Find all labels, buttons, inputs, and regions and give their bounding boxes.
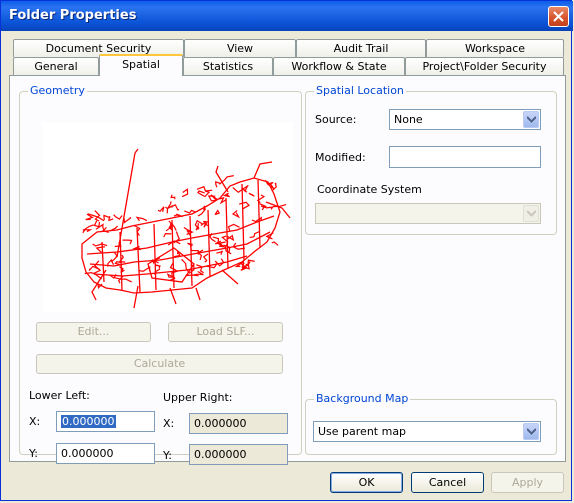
street-segment [187, 242, 193, 247]
street-segment [171, 268, 179, 278]
tab-workflow-state[interactable]: Workflow & State [273, 57, 405, 75]
lower-left-x-label: X: [29, 415, 41, 428]
upper-right-label: Upper Right: [163, 391, 233, 404]
street-segment [168, 204, 180, 211]
street-segment [135, 216, 148, 222]
street-segment [219, 196, 227, 205]
tab-view[interactable]: View [184, 39, 296, 57]
street-segment [231, 209, 241, 219]
close-button[interactable] [548, 6, 569, 27]
street-segment [196, 185, 207, 192]
lower-left-y-label: Y: [29, 447, 38, 460]
upper-right-x-field[interactable]: 0.000000 [189, 413, 288, 434]
source-value: None [394, 113, 423, 126]
background-map-value: Use parent map [318, 425, 407, 438]
street-segment [119, 266, 125, 273]
street-segment [123, 217, 132, 224]
street-segment [155, 264, 161, 269]
tab-statistics[interactable]: Statistics [183, 57, 273, 75]
modified-field[interactable] [389, 146, 541, 168]
lower-left-y-field[interactable]: 0.000000 [56, 443, 155, 464]
street-segment [165, 223, 173, 232]
close-icon [553, 11, 564, 22]
spatial-tab-panel: Geometry Edit... Load SLF... Calculate L… [9, 75, 566, 465]
ok-button[interactable]: OK [330, 472, 403, 493]
chevron-down-icon [527, 210, 536, 217]
street-segment [216, 250, 223, 255]
tab-spatial[interactable]: Spatial [99, 54, 183, 76]
street-segment [108, 216, 114, 221]
background-map-group: Background Map Use parent map [305, 392, 557, 455]
street-segment [92, 243, 108, 247]
spatial-location-legend: Spatial Location [314, 84, 406, 97]
source-dropdown-button[interactable] [523, 111, 539, 128]
background-map-dropdown-button[interactable] [523, 423, 539, 440]
folder-properties-dialog: Folder Properties Document Security View… [0, 0, 573, 501]
upper-right-x-label: X: [163, 417, 175, 430]
modified-label: Modified: [315, 151, 366, 164]
upper-right-y-field[interactable]: 0.000000 [189, 444, 288, 465]
street-segment [215, 181, 222, 188]
upper-right-y-label: Y: [163, 449, 172, 462]
background-map-legend: Background Map [314, 392, 411, 405]
street-segment [222, 192, 230, 198]
street-segment [84, 271, 103, 280]
window-title: Folder Properties [9, 8, 137, 23]
geometry-legend: Geometry [28, 84, 87, 97]
street-segment [157, 206, 165, 213]
street-segment [163, 232, 172, 238]
coordinate-system-dropdown[interactable] [315, 203, 541, 224]
street-segment [181, 188, 189, 198]
cancel-button[interactable]: Cancel [411, 472, 484, 493]
source-label: Source: [315, 113, 357, 126]
geometry-map-preview [42, 122, 293, 312]
title-bar[interactable]: Folder Properties [1, 1, 573, 31]
street-segment [196, 264, 205, 274]
geometry-group: Geometry Edit... Load SLF... Calculate L… [19, 84, 302, 465]
lower-left-label: Lower Left: [29, 389, 90, 402]
street-segment [95, 246, 106, 253]
edit-button[interactable]: Edit... [36, 322, 151, 342]
calculate-button[interactable]: Calculate [36, 354, 283, 374]
street-segment [170, 194, 176, 200]
spatial-location-group: Spatial Location Source: None Modified: … [305, 84, 557, 235]
street-segment [113, 214, 123, 220]
street-segment [210, 194, 218, 200]
street-segment [239, 201, 250, 210]
street-segment [214, 209, 221, 216]
street-segment [248, 192, 255, 197]
load-slf-button[interactable]: Load SLF... [168, 322, 283, 342]
coordinate-system-label: Coordinate System [317, 183, 422, 196]
background-map-dropdown[interactable]: Use parent map [313, 421, 541, 442]
chevron-down-icon [527, 116, 536, 123]
tab-audit-trail[interactable]: Audit Trail [296, 39, 426, 57]
tab-workspace[interactable]: Workspace [426, 39, 564, 57]
street-segment [271, 241, 279, 247]
street-segment [113, 277, 132, 283]
source-dropdown[interactable]: None [389, 109, 541, 130]
coordinate-system-dropdown-button[interactable] [523, 205, 539, 222]
street-segment [247, 259, 255, 266]
street-segment [202, 253, 209, 263]
network-map-graphic [81, 148, 291, 309]
lower-left-x-value: 0.000000 [61, 415, 116, 428]
street-segment [93, 220, 101, 228]
street-segment [122, 239, 133, 245]
lower-left-x-field[interactable]: 0.000000 [56, 411, 155, 432]
chevron-down-icon [527, 428, 536, 435]
street-segment [249, 230, 260, 239]
tab-general[interactable]: General [13, 57, 99, 75]
street-segment [197, 190, 205, 197]
apply-button[interactable]: Apply [491, 472, 564, 493]
tab-project-folder-security[interactable]: Project\Folder Security [405, 57, 564, 75]
street-segment [82, 224, 94, 234]
street-segment [138, 266, 151, 272]
